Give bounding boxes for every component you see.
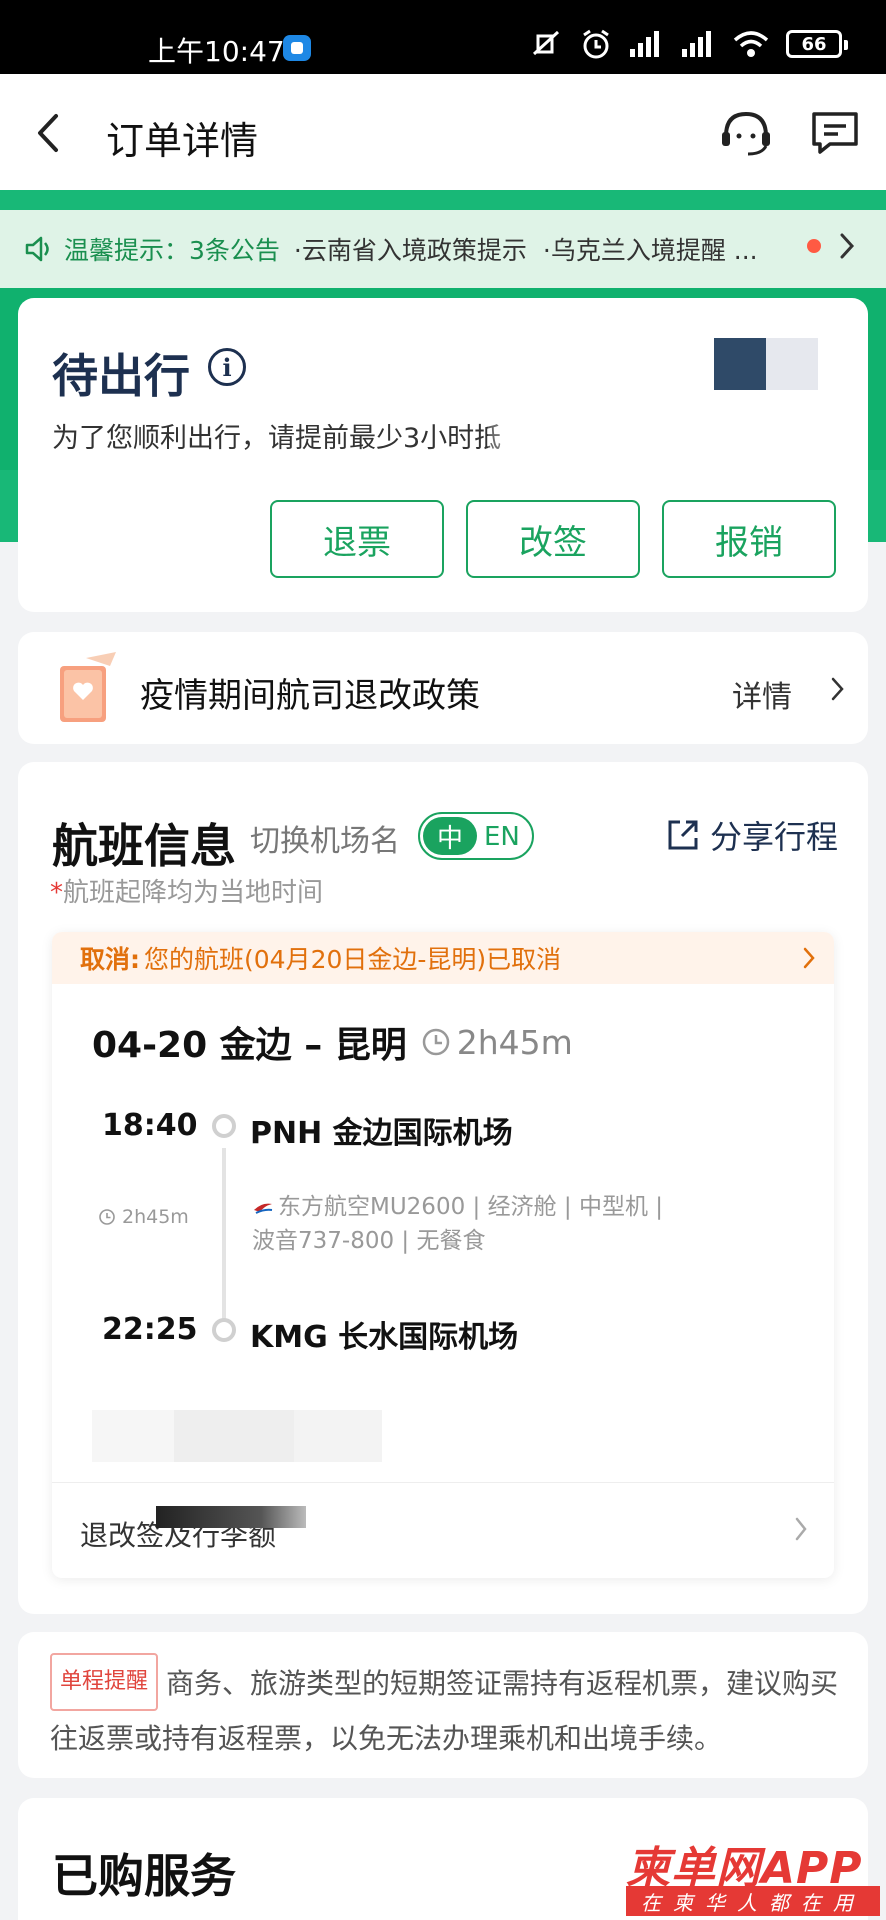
policy-detail-link[interactable]: 详情 xyxy=(732,672,792,716)
clock-icon xyxy=(422,1028,449,1056)
nav-bar: 订单详情 xyxy=(0,74,886,190)
signal-roaming-icon xyxy=(630,31,659,57)
wifi-icon xyxy=(733,31,769,57)
visa-reminder-text: 单程提醒 商务、旅游类型的短期签证需持有返程机票，建议购买往返票或持有返程票，以免… xyxy=(50,1653,850,1764)
policy-card[interactable]: 疫情期间航司退改政策 详情 xyxy=(18,632,868,744)
arrival-time: 22:25 xyxy=(102,1312,198,1347)
alarm-icon xyxy=(583,29,609,59)
language-toggle[interactable]: 中 EN xyxy=(418,812,534,860)
customer-service-icon[interactable] xyxy=(718,108,774,158)
policy-title: 疫情期间航司退改政策 xyxy=(140,676,480,716)
toggle-en[interactable]: EN xyxy=(484,822,520,852)
notice-item[interactable]: ·乌克兰入境提醒 ... xyxy=(543,231,758,267)
notice-count: 3条公告 xyxy=(189,236,280,265)
blurred-image xyxy=(714,338,818,390)
flight-section-title: 航班信息 xyxy=(52,819,236,873)
total-duration: 2h45m xyxy=(421,1023,573,1062)
status-bar: 上午10:47 66 xyxy=(0,0,886,74)
local-time-note: *航班起降均为当地时间 xyxy=(50,878,324,908)
cancel-label: 取消: xyxy=(80,945,140,974)
site-watermark: 柬单网APP 在柬华人都在用 xyxy=(626,1832,882,1920)
refund-button[interactable]: 退票 xyxy=(270,500,444,578)
clock-icon xyxy=(99,1209,115,1225)
status-time: 上午10:47 xyxy=(148,35,285,68)
arrival-airport: KMG 长水国际机场 xyxy=(250,1320,519,1355)
divider xyxy=(52,1482,834,1483)
share-trip-button[interactable]: 分享行程 xyxy=(666,812,838,858)
flight-info-card: 航班信息 切换机场名 中 EN 分享行程 *航班起降均为当地时间 取消: 您的航… xyxy=(18,762,868,1614)
mute-vibrate-icon xyxy=(532,30,560,56)
departure-time: 18:40 xyxy=(102,1108,198,1143)
blurred-overlay xyxy=(156,1506,306,1528)
cancellation-banner[interactable]: 取消: 您的航班(04月20日金边-昆明)已取消 xyxy=(52,932,834,984)
status-icons: 66 xyxy=(528,28,848,60)
message-icon[interactable] xyxy=(810,110,860,156)
chevron-right-icon[interactable] xyxy=(794,1516,808,1542)
order-status-card: 待出行 i 为了您顺利出行，请提前最少3小时抵 退票 改签 报销 xyxy=(18,298,868,612)
order-status-title: 待出行 xyxy=(52,349,190,403)
notice-label: 温馨提示： xyxy=(64,236,190,265)
info-icon[interactable]: i xyxy=(208,348,246,386)
notice-item[interactable]: ·云南省入境政策提示 xyxy=(294,231,527,267)
chevron-right-icon xyxy=(831,677,844,701)
timeline-dot xyxy=(212,1114,236,1138)
battery-level: 66 xyxy=(801,33,827,55)
flight-segment-panel: 取消: 您的航班(04月20日金边-昆明)已取消 04-20 金边 – 昆明 2… xyxy=(52,932,834,1578)
policy-document-icon xyxy=(60,652,116,722)
one-way-reminder-tag: 单程提醒 xyxy=(50,1653,159,1711)
timeline-line xyxy=(222,1148,226,1336)
visa-reminder-card: 单程提醒 商务、旅游类型的短期签证需持有返程机票，建议购买往返票或持有返程票，以免… xyxy=(18,1632,868,1778)
share-label: 分享行程 xyxy=(710,818,839,856)
notice-bar[interactable]: 温馨提示： 3条公告 ·云南省入境政策提示 ·乌克兰入境提醒 ... xyxy=(0,210,886,288)
reimburse-button[interactable]: 报销 xyxy=(662,500,836,578)
battery-icon: 66 xyxy=(786,30,848,58)
route-text: 04-20 金边 – 昆明 xyxy=(92,1025,407,1066)
airport-name-switch-label: 切换机场名 xyxy=(250,824,400,859)
purchased-services-title: 已购服务 xyxy=(52,1849,236,1903)
airline-info: 东方航空MU2600 | 经济舱 | 中型机 | 波音737-800 | 无餐食 xyxy=(252,1194,664,1254)
segment-duration: 2h45m xyxy=(98,1206,189,1228)
watermark-slogan: 在柬华人都在用 xyxy=(626,1886,880,1916)
speaker-icon xyxy=(25,236,49,262)
china-eastern-logo-icon xyxy=(254,1203,273,1214)
app-notification-icon xyxy=(283,35,311,61)
route-summary: 04-20 金边 – 昆明 2h45m xyxy=(92,1016,573,1068)
chevron-right-icon[interactable] xyxy=(838,231,856,261)
toggle-zh[interactable]: 中 xyxy=(423,817,477,855)
chevron-right-icon xyxy=(803,947,815,969)
back-icon[interactable] xyxy=(28,108,68,158)
change-button[interactable]: 改签 xyxy=(466,500,640,578)
page-title: 订单详情 xyxy=(106,119,259,163)
travel-hint: 为了您顺利出行，请提前最少3小时抵 xyxy=(52,423,502,454)
share-icon xyxy=(668,820,698,850)
timeline-dot xyxy=(212,1318,236,1342)
departure-airport: PNH 金边国际机场 xyxy=(250,1116,513,1151)
cancel-text: 您的航班(04月20日金边-昆明)已取消 xyxy=(144,945,562,974)
signal-icon xyxy=(682,31,711,57)
unread-dot xyxy=(807,239,821,253)
blurred-content xyxy=(92,1410,174,1462)
